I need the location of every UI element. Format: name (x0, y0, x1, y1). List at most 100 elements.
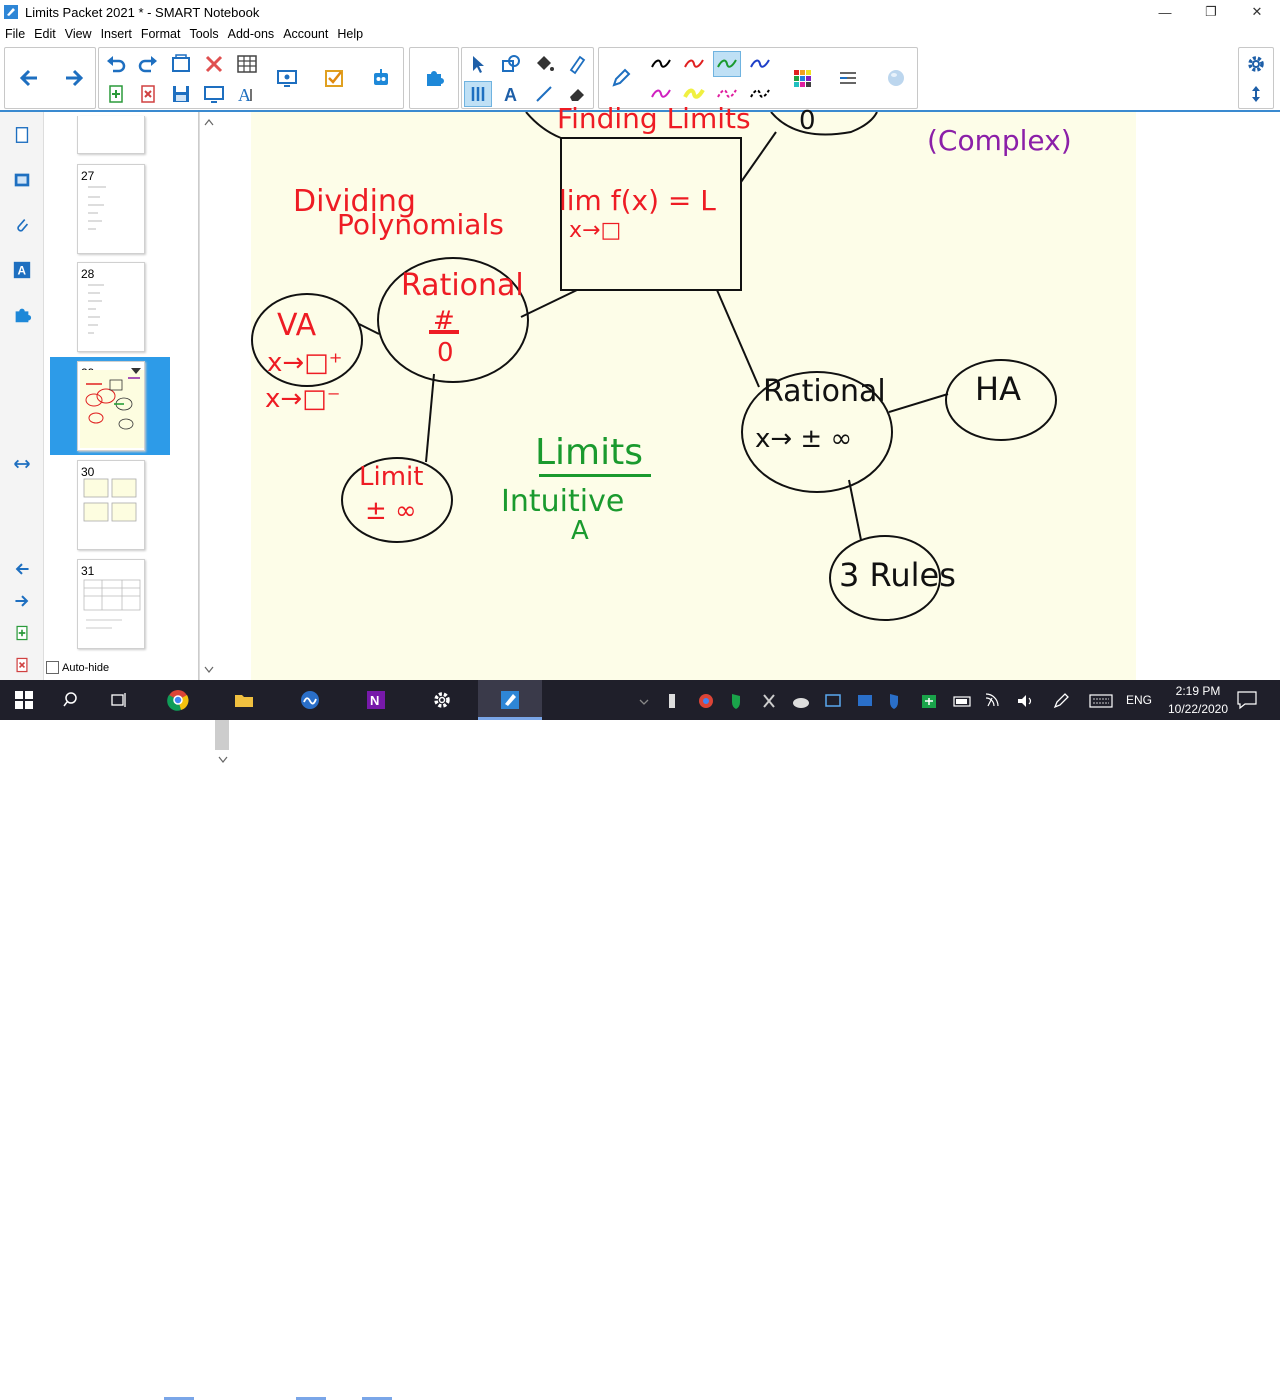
notifications-icon[interactable] (1236, 690, 1258, 710)
text-tool-button[interactable]: A (497, 81, 525, 107)
tool-tray-icon[interactable] (763, 694, 775, 708)
screen-tray-icon[interactable] (825, 694, 841, 707)
notebook-page[interactable]: Finding Limits 0 (Complex) Dividing Poly… (251, 102, 1136, 680)
next-page-button[interactable] (60, 65, 88, 91)
settings-taskbar-button[interactable] (428, 686, 456, 714)
scroll-down-icon[interactable] (218, 756, 228, 764)
task-view-button[interactable] (106, 686, 134, 714)
shapes-tool-button[interactable] (497, 51, 525, 77)
pen-blue-button[interactable] (746, 51, 774, 77)
select-tool-button[interactable] (464, 51, 492, 77)
insert-page-button[interactable] (102, 81, 130, 107)
sorter-next-button[interactable] (11, 590, 33, 612)
pens-tool-button[interactable] (464, 81, 492, 107)
menu-account[interactable]: Account (278, 27, 332, 41)
page-thumbnail-27[interactable]: 27 (77, 164, 145, 254)
document-camera-button[interactable] (273, 65, 301, 91)
pen-type-button[interactable] (607, 65, 635, 91)
menu-view[interactable]: View (60, 27, 96, 41)
lesson-activity-button[interactable] (367, 65, 395, 91)
page-thumbnail-31[interactable]: 31 (77, 559, 145, 649)
battery-icon[interactable] (953, 696, 971, 707)
sorter-add-page-button[interactable] (11, 622, 33, 644)
auto-hide-toggle[interactable]: Auto-hide (46, 661, 109, 674)
display-tray-icon[interactable] (858, 695, 872, 706)
shapes-icon (502, 55, 520, 72)
resize-panel-handle[interactable] (11, 453, 33, 475)
menu-help[interactable]: Help (332, 27, 367, 41)
green-plus-icon[interactable] (922, 695, 936, 708)
page-thumbnail-30[interactable]: 30 (77, 460, 145, 550)
whiteboard-canvas[interactable]: Finding Limits 0 (Complex) Dividing Poly… (199, 102, 1280, 680)
menu-edit[interactable]: Edit (29, 27, 60, 41)
redo-button[interactable] (134, 51, 162, 77)
onenote-taskbar-button[interactable]: N (362, 686, 390, 714)
color-palette-button[interactable] (788, 65, 816, 91)
menu-format[interactable]: Format (136, 27, 185, 41)
line-style-button[interactable] (834, 65, 862, 91)
full-screen-button[interactable] (200, 81, 228, 107)
menu-insert[interactable]: Insert (96, 27, 136, 41)
magic-pen-button[interactable] (563, 51, 591, 77)
close-button[interactable]: ✕ (1234, 0, 1280, 24)
page-menu-arrow-icon[interactable] (130, 366, 142, 376)
app-taskbar-button[interactable] (296, 686, 324, 714)
chrome-tray-icon[interactable] (699, 694, 713, 708)
clock-time[interactable]: 2:19 PM (1170, 684, 1226, 698)
response-button[interactable] (320, 65, 348, 91)
maximize-button[interactable]: ❐ (1188, 0, 1234, 24)
sorter-prev-button[interactable] (11, 558, 33, 580)
addons-button[interactable] (420, 65, 448, 91)
delete-page-button[interactable] (134, 81, 162, 107)
security-shield-icon[interactable] (732, 694, 740, 709)
sorter-delete-page-button[interactable] (11, 654, 33, 676)
fill-tool-button[interactable] (530, 51, 558, 77)
pen-red-button[interactable] (680, 51, 708, 77)
menu-addons[interactable]: Add-ons (223, 27, 279, 41)
auto-hide-checkbox[interactable] (46, 661, 59, 674)
screen-shade-button[interactable] (167, 51, 195, 77)
page-thumbnail[interactable] (77, 116, 145, 154)
wifi-icon[interactable] (985, 693, 999, 707)
tray-overflow-icon[interactable] (639, 699, 649, 705)
usb-icon[interactable] (669, 694, 675, 708)
properties-tab[interactable]: A (11, 259, 33, 281)
chrome-taskbar-button[interactable] (164, 686, 192, 714)
pen-black-button[interactable] (647, 51, 675, 77)
delete-button[interactable] (200, 51, 228, 77)
transparency-button[interactable] (882, 65, 910, 91)
canvas-scroll-up-icon[interactable] (204, 118, 214, 126)
rational-text: Rational (401, 268, 524, 303)
minimize-button[interactable]: — (1142, 0, 1188, 24)
save-button[interactable] (167, 81, 195, 107)
search-button[interactable] (58, 686, 86, 714)
move-toolbar-button[interactable] (1242, 81, 1270, 107)
table-button[interactable] (233, 51, 261, 77)
page-thumbnail-28[interactable]: 28 (77, 262, 145, 352)
pen-tray-icon[interactable] (1052, 692, 1072, 710)
cursor-arrow-icon (473, 56, 484, 73)
file-explorer-taskbar-button[interactable] (230, 686, 258, 714)
properties-button[interactable] (1242, 51, 1270, 77)
page-thumbnail-29[interactable]: 29 (77, 361, 145, 451)
menu-file[interactable]: File (0, 27, 29, 41)
attachments-tab[interactable] (11, 214, 33, 236)
pen-green-button[interactable] (713, 51, 741, 77)
smart-notebook-taskbar-button[interactable] (496, 686, 524, 714)
undo-button[interactable] (102, 51, 130, 77)
text-tool-dropdown[interactable]: A (233, 81, 261, 107)
canvas-scroll-down-icon[interactable] (204, 666, 214, 674)
defender-icon[interactable] (890, 694, 898, 709)
language-indicator[interactable]: ENG (1126, 693, 1152, 707)
volume-icon[interactable] (1018, 695, 1032, 707)
gallery-tab[interactable] (11, 169, 33, 191)
keyboard-icon[interactable] (1088, 692, 1114, 710)
menu-tools[interactable]: Tools (184, 27, 222, 41)
page-sorter-tab[interactable] (11, 124, 33, 146)
previous-page-button[interactable] (15, 65, 43, 91)
cloud-icon[interactable] (793, 698, 809, 708)
addons-tab[interactable] (11, 304, 33, 326)
line-tool-button[interactable] (530, 81, 558, 107)
start-button[interactable] (10, 686, 38, 714)
clock-date[interactable]: 10/22/2020 (1160, 702, 1236, 716)
